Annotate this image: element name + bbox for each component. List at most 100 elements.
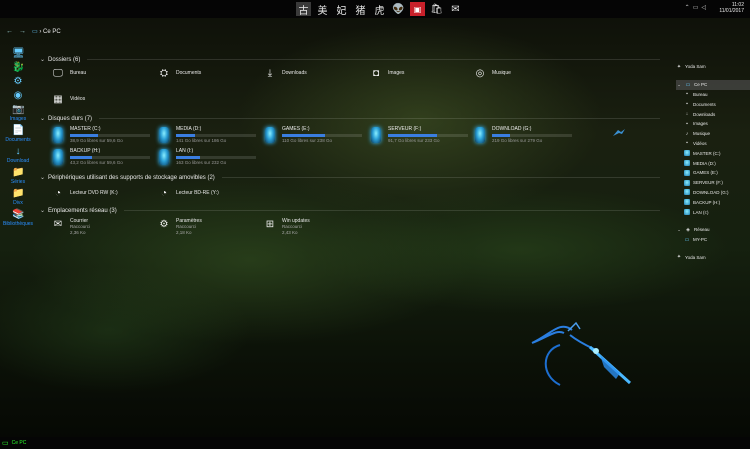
drive-icon xyxy=(156,126,172,144)
folder-item[interactable]: 🖵 Bureau xyxy=(52,67,86,79)
network-location-item[interactable]: ⊞ Win updates Raccourci 2,43 Ko xyxy=(264,218,310,236)
network-location-info: Win updates Raccourci 2,43 Ko xyxy=(282,218,310,236)
drive-item[interactable]: DOWNLOAD (G:) 219 Go libres sur 279 Go xyxy=(472,126,572,144)
divider xyxy=(99,118,660,119)
dock-item[interactable]: 📚 Bibliothèques xyxy=(0,209,36,227)
drive-icon xyxy=(50,148,66,166)
desktop-icon: 🖵 xyxy=(53,67,63,79)
removable-drive-item[interactable]: ◔ Lecteur DVD RW (K:) xyxy=(52,187,118,199)
folder-name: Documents xyxy=(176,70,202,76)
calligraphy-icon[interactable]: 猪 xyxy=(353,2,368,17)
nav-pane-item[interactable]: SERVEUR (F:) xyxy=(676,178,750,188)
nav-pane-item[interactable]: GAMES (E:) xyxy=(676,168,750,178)
nav-pane-label: DOWNLOAD (G:) xyxy=(693,189,729,195)
calligraphy-icon[interactable]: 古 xyxy=(296,2,311,17)
nav-pane-item[interactable]: LAN (I:) xyxy=(676,207,750,217)
calligraphy-icon[interactable]: 美 xyxy=(315,2,330,17)
nav-pane-item[interactable]: ▪ Bureau xyxy=(676,90,750,100)
drive-item[interactable]: BACKUP (H:) 43,2 Go libres sur 59,6 Go xyxy=(50,148,150,166)
folder-icon: 📁 xyxy=(12,188,25,199)
drive-usage-fill xyxy=(388,134,437,137)
left-dock: 🖥 🐉 ⚙ ◉ 📷 Images 📄 Documents ↓ Download 📁 Séries 📁 Di… xyxy=(0,48,36,230)
drive-info: MASTER (C:) 38,9 Go libres sur 59,6 Go xyxy=(70,126,150,143)
dock-item[interactable]: 📄 Documents xyxy=(0,125,36,143)
volume-icon[interactable]: ◁ xyxy=(701,4,706,11)
navigation-pane: ✦ Yoda Sam ⌄ ▭ Ce PC ▪ Bureau ▪ Documents ↓ D… xyxy=(676,62,750,262)
drive-item[interactable]: LAN (I:) 163 Go libres sur 232 Go xyxy=(156,148,256,166)
dock-label: Divx xyxy=(13,200,23,206)
alien-icon[interactable]: 👽 xyxy=(391,2,406,16)
images-icon: ▪ xyxy=(686,120,688,127)
group-header-network[interactable]: ⌄ Emplacements réseau (3) xyxy=(40,207,660,214)
folder-item[interactable]: ▦ Vidéos xyxy=(52,93,85,105)
computer-icon: 🖥 xyxy=(12,48,25,59)
mail-icon[interactable]: ✉ xyxy=(448,2,463,16)
network-location-item[interactable]: ⚙ Paramètres Raccourci 2,18 Ko xyxy=(158,218,202,236)
folder-item[interactable]: ◘ Images xyxy=(370,67,404,79)
dock-item[interactable]: ◉ xyxy=(0,90,36,101)
dock-item[interactable]: 🖥 xyxy=(0,48,36,59)
network-location-info: Courrier Raccourci 2,36 Ko xyxy=(70,218,90,236)
nav-pane-item[interactable]: ↓ Downloads xyxy=(676,109,750,119)
nav-pane-item[interactable]: DOWNLOAD (G:) xyxy=(676,188,750,198)
removable-drive-name: Lecteur BD-RE (Y:) xyxy=(176,190,219,196)
group-header-folders[interactable]: ⌄ Dossiers (6) xyxy=(40,56,660,63)
chevron-down-icon: ⌄ xyxy=(40,57,46,63)
forward-button[interactable]: → xyxy=(19,28,26,35)
clock[interactable]: 11:02 11/01/2017 xyxy=(719,2,744,14)
nav-pane-user[interactable]: ✦ Yoda Sam xyxy=(676,62,750,72)
folder-item[interactable]: ⤓ Downloads xyxy=(264,67,307,79)
drive-usage-bar xyxy=(388,134,468,137)
dragon-icon: 🐉 xyxy=(12,62,25,73)
drive-item[interactable]: MEDIA (D:) 141 Go libres sur 186 Go xyxy=(156,126,256,144)
nav-pane-label: BACKUP (H:) xyxy=(693,199,721,205)
nav-pane-my-pc[interactable]: ▭ MY-PC xyxy=(676,235,750,245)
calligraphy-icon[interactable]: 虎 xyxy=(372,2,387,17)
download-icon: ↓ xyxy=(685,111,689,118)
dock-item[interactable]: 📷 Images xyxy=(0,104,36,122)
nav-pane-item[interactable]: ♪ Musique xyxy=(676,129,750,139)
breadcrumb-separator: › xyxy=(39,29,42,35)
dock-item[interactable]: ↓ Download xyxy=(0,146,36,164)
folder-item[interactable]: ⛭ Documents xyxy=(158,67,201,79)
group-header-periph[interactable]: ⌄ Périphériques utilisant des supports d… xyxy=(40,174,660,181)
nav-pane-item[interactable]: MEDIA (D:) xyxy=(676,158,750,168)
navigation-bar: ← → ▭ › Ce PC xyxy=(6,28,61,35)
dock-item[interactable]: ⚙ xyxy=(0,76,36,87)
dock-item[interactable]: 📁 Séries xyxy=(0,167,36,185)
folder-item[interactable]: ◎ Musique xyxy=(474,67,511,79)
drive-name: MASTER (C:) xyxy=(70,126,101,132)
dock-item[interactable]: 🐉 xyxy=(0,62,36,73)
calligraphy-icon[interactable]: 妃 xyxy=(334,2,349,17)
nav-pane-item[interactable]: BACKUP (H:) xyxy=(676,197,750,207)
shield-icon: ◉ xyxy=(13,90,23,101)
nav-pane-label: Bureau xyxy=(693,91,708,97)
nav-pane-network[interactable]: ⌄ ◈ Réseau xyxy=(676,225,750,235)
drive-item[interactable]: SERVEUR (F:) 91,7 Go libres sur 233 Go xyxy=(368,126,468,144)
chevron-up-icon[interactable]: ⌃ xyxy=(685,4,690,11)
group-header-drives[interactable]: ⌄ Disques durs (7) xyxy=(40,115,660,122)
nav-pane-item[interactable]: MASTER (C:) xyxy=(676,148,750,158)
folders-section: 🖵 Bureau ⛭ Documents ⤓ Downloads ◘ Images ◎ Musiq… xyxy=(40,67,660,115)
removable-drive-item[interactable]: ◔ Lecteur BD-RE (Y:) xyxy=(158,187,219,199)
nav-pane-item[interactable]: ▪ Images xyxy=(676,119,750,129)
nav-pane-user[interactable]: ✦ Yoda Sam xyxy=(676,253,750,263)
nav-pane-this-pc[interactable]: ⌄ ▭ Ce PC xyxy=(676,79,750,90)
store-icon[interactable]: 🛍 xyxy=(429,2,444,16)
nav-pane-item[interactable]: ▪ Vidéos xyxy=(676,139,750,149)
drive-item[interactable]: GAMES (E:) 110 Go libres sur 238 Go xyxy=(262,126,362,144)
drive-item[interactable]: MASTER (C:) 38,9 Go libres sur 59,6 Go xyxy=(50,126,150,144)
drive-name: BACKUP (H:) xyxy=(70,148,101,154)
chevron-down-icon: ⌄ xyxy=(40,175,46,181)
dock-item[interactable]: 📁 Divx xyxy=(0,188,36,206)
back-button[interactable]: ← xyxy=(6,28,13,35)
breadcrumb[interactable]: ▭ › Ce PC xyxy=(32,28,61,35)
nav-pane-item[interactable]: ▪ Documents xyxy=(676,99,750,109)
nav-pane-label: Vidéos xyxy=(693,140,707,146)
drive-usage-fill xyxy=(176,134,196,137)
office-icon[interactable]: ▣ xyxy=(410,2,425,16)
dock-label: Download xyxy=(6,158,30,164)
periph-section: ◔ Lecteur DVD RW (K:) ◔ Lecteur BD-RE (Y:) xyxy=(40,185,660,207)
network-location-item[interactable]: ✉ Courrier Raccourci 2,36 Ko xyxy=(52,218,90,236)
network-icon[interactable]: ▭ xyxy=(693,4,699,11)
